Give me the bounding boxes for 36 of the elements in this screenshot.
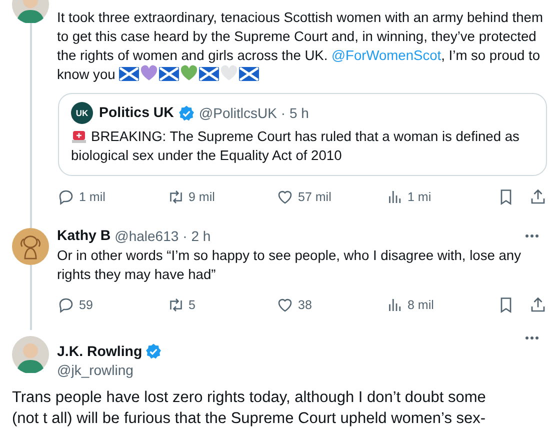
quoted-text: BREAKING: The Supreme Court has ruled that a woman is defined as biological sex under the Equality Act of 2010 <box>71 127 520 165</box>
post-time: · 2 h <box>182 228 211 244</box>
like-button[interactable]: 38 <box>276 296 386 314</box>
avatar[interactable] <box>12 228 49 265</box>
share-button[interactable] <box>529 296 547 314</box>
reply-text: Or in other words “I’m so happy to see people, who I disagree with, lose any rights they may have had” <box>57 247 522 284</box>
author-name: J.K. Rowling <box>57 344 142 360</box>
reply-icon[interactable] <box>57 296 75 314</box>
views-button[interactable]: 8 mil <box>386 296 497 314</box>
like-button[interactable]: 57 mil <box>276 188 386 206</box>
author-handle: @PolitlcsUK <box>198 105 277 121</box>
reply-button[interactable]: 59 <box>57 296 166 314</box>
repost-button[interactable]: 5 <box>166 296 276 314</box>
author-name: Politics UK <box>99 105 174 121</box>
heart-icon[interactable] <box>276 296 294 314</box>
author-handle: @jk_rowling <box>57 362 134 378</box>
author-handle: @hale613 <box>114 228 179 244</box>
reply-icon[interactable] <box>57 188 75 206</box>
post-text: Trans people have lost zero rights today, although I don’t doubt some (not t all) will be furious that the Supreme Court upheld women’s sex- <box>12 388 487 429</box>
share-button[interactable] <box>529 188 547 206</box>
repost-button[interactable]: 9 mil <box>166 188 276 206</box>
more-icon[interactable] <box>525 234 539 238</box>
views-button[interactable]: 1 mi <box>386 188 497 206</box>
more-icon[interactable] <box>525 336 539 340</box>
author-name: Kathy B <box>57 228 111 244</box>
heart-icon[interactable] <box>276 188 294 206</box>
reply-button[interactable]: 1 mil <box>57 188 166 206</box>
post-time: · 5 h <box>280 105 309 121</box>
flag-icon <box>159 67 180 81</box>
avatar[interactable] <box>12 336 49 373</box>
logo-icon: UK <box>71 102 93 124</box>
quoted-post-card[interactable]: UK Politics UK @PolitlcsUK · 5 h BREAKING: The Supreme Court has ruled that a woman is defined as biological sex under the Equality Act of 2010 <box>58 93 547 176</box>
flag-icon <box>119 67 140 81</box>
flag-icon <box>199 67 220 81</box>
flag-icon <box>239 67 260 81</box>
post-text: It took three extraordinary, tenacious Scottish women with an army behind them to get this case heard by the Supreme Court and, in winning, they’ve protected the rights of women and girls across the UK. @ForWomenScot, I’m so proud to know you <box>57 9 544 84</box>
